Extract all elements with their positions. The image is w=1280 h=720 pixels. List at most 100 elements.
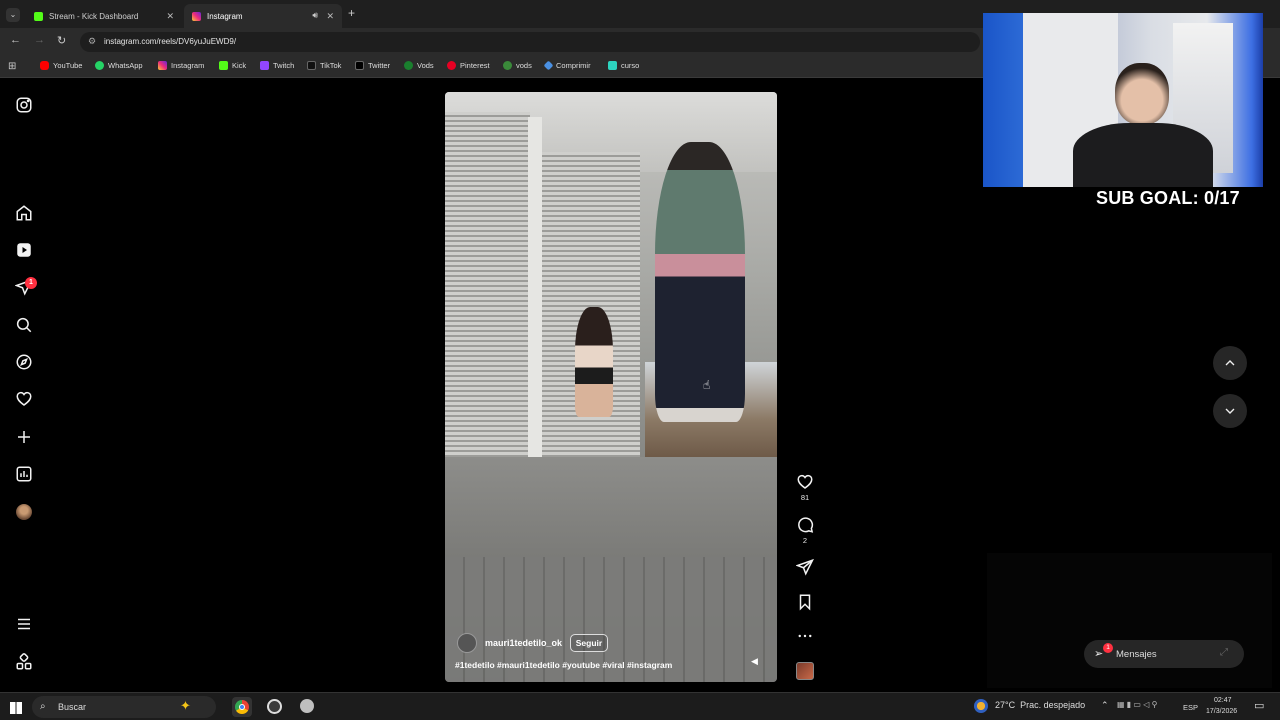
save-icon[interactable]: [796, 593, 814, 611]
clock-date[interactable]: 17/3/2026: [1206, 708, 1237, 715]
taskbar-search-placeholder: Buscar: [58, 702, 87, 712]
tiktok-icon: [307, 61, 316, 70]
instagram-logo-icon[interactable]: [15, 96, 33, 114]
search-icon[interactable]: [15, 316, 33, 334]
clock-time[interactable]: 02:47: [1214, 697, 1232, 704]
vods-icon: [503, 61, 512, 70]
reels-icon[interactable]: [15, 241, 33, 259]
reel-caption[interactable]: #1tedetilo #mauri1tedetilo #youtube #vir…: [455, 660, 672, 670]
pinterest-icon: [447, 61, 456, 70]
messages-badge: 1: [25, 277, 37, 289]
bookmark-comprimir[interactable]: Comprimir: [543, 60, 591, 71]
messages-badge: 1: [1103, 643, 1113, 653]
bookmark-kick[interactable]: Kick: [219, 61, 246, 70]
audio-playing-icon[interactable]: 🔊︎: [312, 10, 318, 21]
tab-kick-dashboard[interactable]: Stream - Kick Dashboard ✕: [26, 4, 182, 28]
x-twitter-icon: [355, 61, 364, 70]
expand-messages-icon[interactable]: ⤢: [1220, 647, 1228, 658]
notifications-icon[interactable]: [15, 390, 33, 408]
tab-title: Stream - Kick Dashboard: [49, 11, 139, 21]
reel-author-avatar[interactable]: [457, 633, 477, 653]
dashboard-icon[interactable]: [15, 465, 33, 483]
reel-video[interactable]: ☝︎ mauri1tedetilo_ok Seguir #1tedetilo #…: [445, 92, 777, 682]
instagram-icon: [158, 61, 167, 70]
app-taskbar-icon[interactable]: [300, 699, 314, 713]
instagram-favicon-icon: [192, 11, 201, 21]
cursor-pointer-icon: ☝︎: [703, 378, 711, 392]
create-icon[interactable]: [15, 428, 33, 446]
webcam-overlay: [983, 13, 1263, 187]
apps-grid-icon[interactable]: ⊞: [8, 61, 16, 72]
vods-icon: [404, 61, 413, 70]
kick-favicon-icon: [34, 11, 43, 21]
bookmark-instagram[interactable]: Instagram: [158, 61, 204, 70]
curso-icon: [608, 61, 617, 70]
language-indicator[interactable]: ESP: [1183, 703, 1198, 712]
chrome-taskbar-icon[interactable]: [232, 697, 252, 717]
close-tab-icon[interactable]: ✕: [166, 11, 174, 22]
next-reel-button[interactable]: [1213, 394, 1247, 428]
more-options-icon[interactable]: [796, 627, 814, 645]
volume-icon[interactable]: ◀︎: [751, 656, 758, 667]
bookmark-whatsapp[interactable]: WhatsApp: [95, 61, 143, 70]
tray-icons[interactable]: ▦ ▮ ▭ ◁ ⚲: [1117, 700, 1157, 709]
cam-person-head: [1115, 63, 1169, 125]
windows-start-icon[interactable]: [10, 702, 22, 714]
messages-label: Mensajes: [1116, 649, 1157, 660]
whatsapp-icon: [95, 61, 104, 70]
address-bar[interactable]: ⚙︎ instagram.com/reels/DV6yuJuEWD9/: [80, 32, 980, 52]
chevron-down-icon: [1225, 408, 1235, 414]
youtube-icon: [40, 61, 49, 70]
bookmark-pinterest[interactable]: Pinterest: [447, 61, 490, 70]
taskbar-search-box[interactable]: ⌕ Buscar ✦: [32, 696, 216, 718]
bookmark-vods-2[interactable]: vods: [503, 61, 532, 70]
new-tab-icon[interactable]: +: [348, 6, 355, 20]
woman-figure: [575, 307, 613, 417]
comment-icon[interactable]: [796, 516, 814, 534]
bookmark-curso[interactable]: curso: [608, 61, 639, 70]
obs-taskbar-icon[interactable]: [267, 699, 282, 714]
reel-username[interactable]: mauri1tedetilo_ok: [485, 638, 562, 648]
tray-chevron-icon[interactable]: ⌃: [1101, 700, 1109, 711]
shutter-left: [445, 112, 530, 472]
back-icon[interactable]: ←: [10, 34, 21, 46]
comment-count[interactable]: 2: [796, 536, 814, 545]
tab-instagram[interactable]: Instagram 🔊︎ ✕: [184, 4, 342, 28]
tab-search-dropdown-icon[interactable]: ⌄: [6, 8, 20, 22]
reload-icon[interactable]: ↻: [57, 34, 66, 47]
kick-icon: [219, 61, 228, 70]
site-info-icon[interactable]: ⚙︎: [88, 36, 96, 47]
twitch-icon: [260, 61, 269, 70]
weather-text[interactable]: 27°C Prac. despejado: [995, 700, 1085, 710]
notification-center-icon[interactable]: ▭: [1254, 699, 1264, 712]
previous-reel-button[interactable]: [1213, 346, 1247, 380]
bookmark-tiktok[interactable]: TikTok: [307, 61, 341, 70]
floor-shade: [445, 457, 777, 557]
share-icon[interactable]: [795, 558, 814, 576]
man-figure: [655, 142, 745, 422]
profile-avatar[interactable]: [16, 504, 32, 520]
url-text: instagram.com/reels/DV6yuJuEWD9/: [104, 37, 237, 46]
cam-person-body: [1073, 123, 1213, 187]
also-from-meta-icon[interactable]: [15, 653, 33, 671]
like-count[interactable]: 81: [796, 493, 814, 502]
bookmark-twitch[interactable]: Twitch: [260, 61, 294, 70]
explore-icon[interactable]: [15, 353, 33, 371]
follow-button[interactable]: Seguir: [570, 634, 608, 652]
like-icon[interactable]: [796, 473, 814, 491]
bookmark-youtube[interactable]: YouTube: [40, 61, 82, 70]
tab-title: Instagram: [207, 11, 243, 21]
messages-bar[interactable]: ➢ 1 Mensajes ⤢: [1084, 640, 1244, 668]
comprimir-icon: [543, 60, 554, 71]
copilot-sparkle-icon: ✦: [180, 698, 191, 713]
home-icon[interactable]: [15, 204, 33, 222]
audio-thumbnail[interactable]: [796, 662, 814, 680]
close-tab-icon[interactable]: ✕: [326, 11, 334, 22]
sub-goal-overlay: SUB GOAL: 0/17: [1096, 188, 1240, 208]
windows-taskbar: ⌕ Buscar ✦ 27°C Prac. despejado ⌃ ▦ ▮ ▭ …: [0, 692, 1280, 720]
messages-send-icon: ➢: [1094, 648, 1104, 660]
bookmark-vods[interactable]: Vods: [404, 61, 434, 70]
menu-icon[interactable]: [15, 615, 33, 633]
bookmark-twitter[interactable]: Twitter: [355, 61, 390, 70]
forward-icon[interactable]: →: [34, 34, 45, 46]
